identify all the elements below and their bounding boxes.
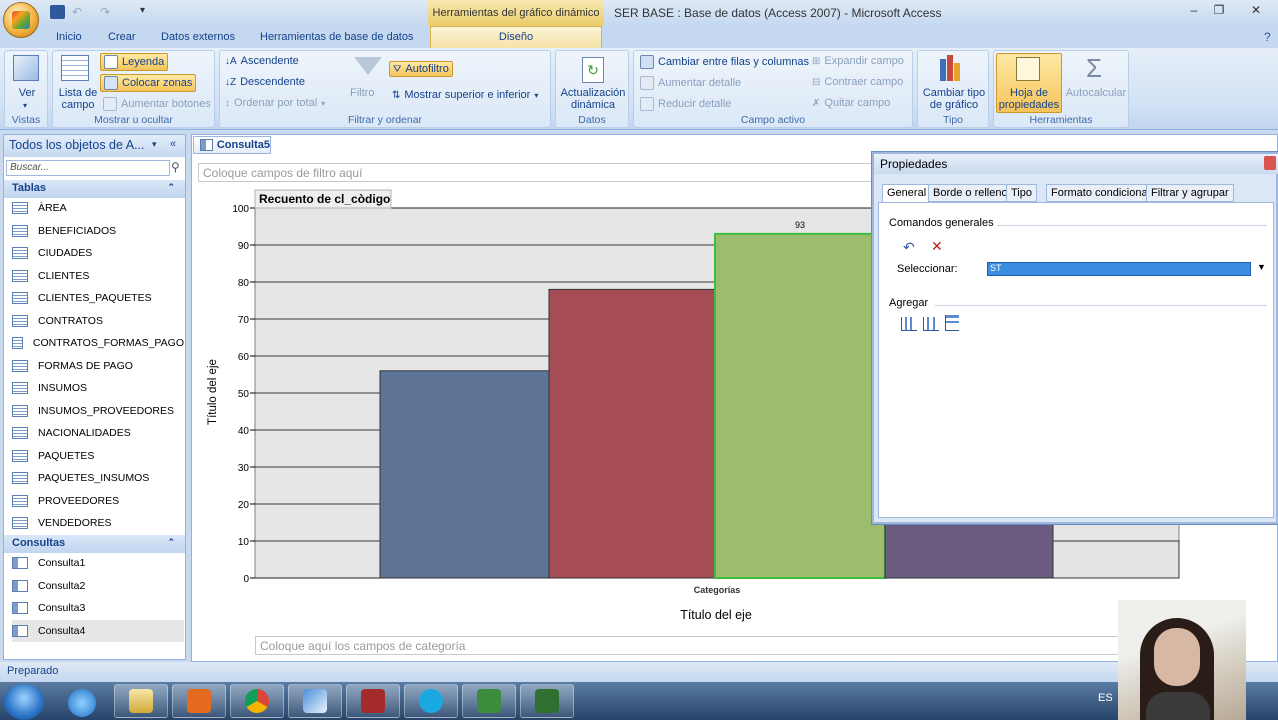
start-button-icon[interactable] [4, 684, 44, 720]
folder-icon [129, 689, 153, 713]
prop-tab-filtrar[interactable]: Filtrar y agrupar [1146, 184, 1234, 202]
prop-tab-tipo[interactable]: Tipo [1006, 184, 1037, 202]
webcam-overlay [1118, 600, 1246, 720]
office-logo-icon [12, 11, 30, 29]
y-tick-label: 90 [238, 241, 250, 252]
bar [1052, 540, 1180, 579]
properties-title: Propiedades [874, 154, 1278, 174]
taskbar-access[interactable] [346, 684, 400, 718]
x-axis-title: Título del eje [680, 608, 752, 622]
properties-close-icon[interactable] [1264, 156, 1276, 170]
y-tick-label: 80 [238, 278, 250, 289]
agregar-label: Agregar [889, 297, 929, 309]
y-tick-label: 40 [238, 426, 250, 437]
add-axis-title-icon[interactable] [901, 317, 917, 331]
prop-tab-borde[interactable]: Borde o relleno [928, 184, 1013, 202]
properties-dialog: Propiedades General Borde o relleno Tipo… [872, 152, 1278, 524]
webcam-body [1146, 692, 1210, 720]
y-tick-label: 50 [238, 389, 250, 400]
taskbar-media[interactable] [172, 684, 226, 718]
y-tick-label: 30 [238, 463, 250, 474]
bar [379, 370, 550, 579]
add-legend-icon[interactable] [923, 317, 939, 331]
properties-body: Comandos generales ↶ ✕ Seleccionar: ST ▼… [878, 202, 1274, 518]
add-chart-title-icon[interactable] [945, 315, 959, 331]
select-dropdown-icon[interactable]: ▼ [1257, 262, 1266, 272]
language-indicator[interactable]: ES [1098, 692, 1113, 704]
camtasia-icon [535, 689, 559, 713]
y-tick-label: 70 [238, 315, 250, 326]
y-tick-label: 0 [243, 574, 249, 585]
internet-explorer-icon[interactable] [68, 689, 96, 717]
x-tick-label: Categorías [694, 585, 741, 595]
webcam-face [1154, 628, 1200, 686]
bar [884, 522, 1054, 579]
bar-value-label: 93 [795, 220, 805, 230]
office-button[interactable] [3, 2, 39, 38]
skype-icon [419, 689, 443, 713]
y-tick-label: 60 [238, 352, 250, 363]
media-player-icon [187, 689, 211, 713]
bar [714, 232, 886, 579]
prop-tab-general[interactable]: General [882, 184, 932, 202]
bar [548, 288, 716, 579]
taskbar-explorer[interactable] [114, 684, 168, 718]
separator [997, 225, 1267, 226]
taskbar-camtasia-2[interactable] [520, 684, 574, 718]
comandos-generales-label: Comandos generales [889, 217, 994, 229]
y-tick-label: 100 [232, 204, 249, 215]
y-axis-title: Título del eje [207, 359, 219, 425]
y-tick-label: 20 [238, 500, 250, 511]
camtasia-icon [477, 689, 501, 713]
taskbar-paint[interactable] [288, 684, 342, 718]
taskbar-camtasia-1[interactable] [462, 684, 516, 718]
access-icon [361, 689, 385, 713]
seleccionar-select[interactable]: ST [987, 262, 1251, 276]
prop-tab-formato[interactable]: Formato condicional [1046, 184, 1156, 202]
y-tick-label: 10 [238, 537, 250, 548]
chrome-icon [245, 689, 269, 713]
seleccionar-label: Seleccionar: [897, 263, 958, 275]
separator [935, 305, 1267, 306]
undo-icon[interactable]: ↶ [903, 239, 915, 256]
delete-icon[interactable]: ✕ [931, 238, 943, 255]
paint-icon [303, 689, 327, 713]
taskbar-chrome[interactable] [230, 684, 284, 718]
taskbar-skype[interactable] [404, 684, 458, 718]
status-bar: Preparado [0, 662, 1278, 682]
chart-title: Recuento de cl_còdigo [259, 192, 390, 206]
